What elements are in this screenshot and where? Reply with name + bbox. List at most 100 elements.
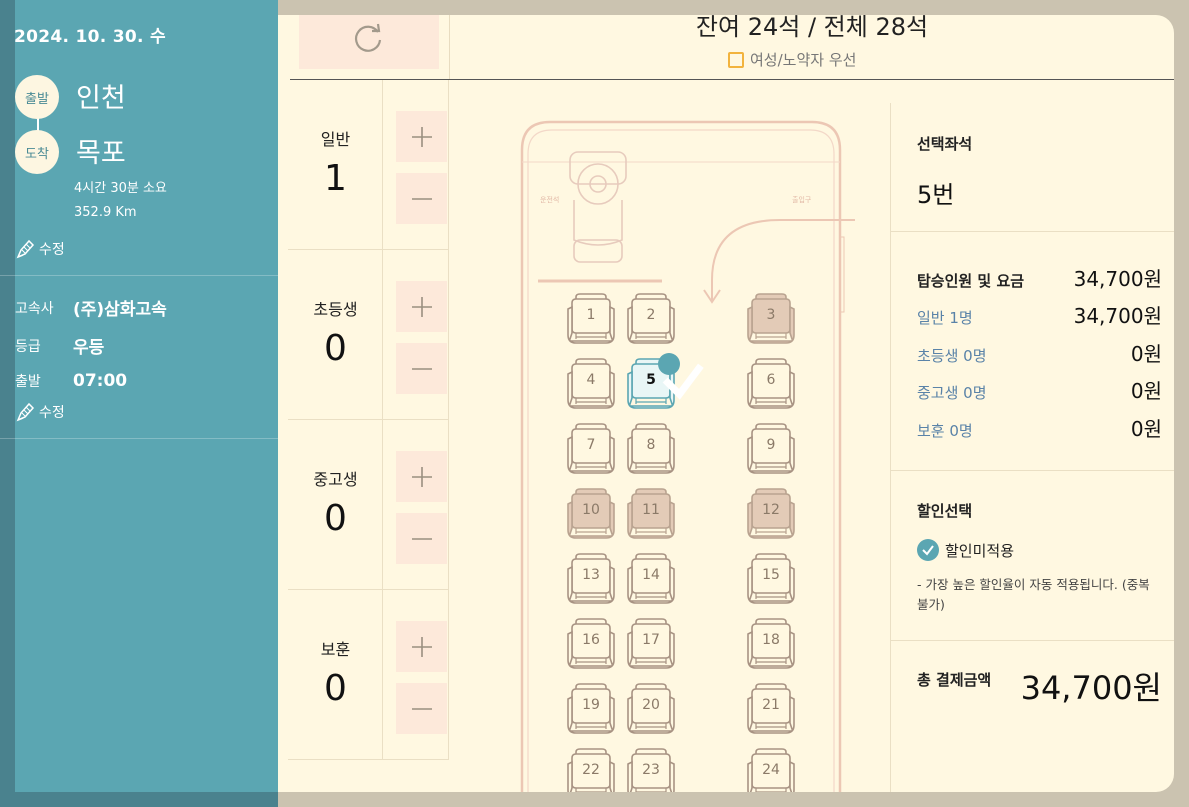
seat-number: 4 [586, 372, 596, 388]
seat-10: 10 [566, 488, 616, 542]
discount-option-label: 할인미적용 [945, 541, 1015, 560]
seat-16[interactable]: 16 [566, 618, 616, 672]
section-divider [891, 640, 1174, 641]
increment-button[interactable] [396, 621, 447, 672]
fare-row-label: 일반 1명 [917, 309, 973, 327]
discount-title: 할인선택 [917, 502, 973, 520]
refresh-button[interactable] [299, 15, 439, 69]
trip-info-panel: 2024. 10. 30. 수 출발 인천 도착 목포 4시간 30분 소요 3… [0, 0, 278, 807]
depart-badge: 출발 [15, 75, 59, 119]
edit-route-label: 수정 [39, 242, 65, 258]
passenger-type-label: 초등생 [313, 300, 358, 319]
plus-icon [411, 126, 432, 147]
pencil-icon [16, 239, 35, 259]
decrement-button[interactable] [396, 683, 447, 734]
seat-14[interactable]: 14 [626, 553, 676, 607]
seat-2[interactable]: 2 [626, 293, 676, 347]
passenger-type-cell: 중고생 0 [288, 420, 383, 590]
seat-12: 12 [746, 488, 796, 542]
decrement-button[interactable] [396, 513, 447, 564]
seat-number: 1 [586, 307, 596, 323]
fare-row-value: 0원 [1130, 379, 1162, 403]
passenger-type-cell: 일반 1 [288, 80, 383, 250]
seat-13[interactable]: 13 [566, 553, 616, 607]
seat-20[interactable]: 20 [626, 683, 676, 737]
seat-5[interactable]: 5 [626, 353, 704, 412]
priority-checkbox[interactable] [728, 51, 744, 68]
company-row: 고속사 (주)삼화고속 [15, 295, 167, 320]
seat-number: 22 [582, 762, 600, 778]
panel-divider [0, 275, 278, 276]
seat-22[interactable]: 22 [566, 748, 616, 792]
seat-21[interactable]: 21 [746, 683, 796, 737]
section-divider [891, 231, 1174, 232]
depart-time-row: 출발 07:00 [15, 371, 127, 391]
passenger-stepper [383, 590, 449, 760]
decrement-button[interactable] [396, 343, 447, 394]
seat-number: 2 [646, 307, 656, 323]
seat-number: 15 [762, 567, 780, 583]
increment-button[interactable] [396, 281, 447, 332]
total-amount: 34,700원 [1020, 669, 1162, 707]
edit-bus-button[interactable]: 수정 [15, 401, 65, 423]
seat-4[interactable]: 4 [566, 358, 616, 412]
increment-button[interactable] [396, 111, 447, 162]
selected-seat-value: 5번 [917, 181, 955, 209]
fare-row-label: 초등생 0명 [917, 346, 987, 365]
fare-row-value: 34,700원 [1073, 304, 1162, 328]
passenger-count: 0 [324, 328, 347, 369]
seat-15[interactable]: 15 [746, 553, 796, 607]
passenger-counters: 일반 1 초등생 0 중고생 0 보훈 0 [288, 80, 449, 792]
grade-row: 등급 우등 [15, 333, 104, 358]
edit-bus-label: 수정 [39, 405, 65, 421]
seat-7[interactable]: 7 [566, 423, 616, 477]
depart-city: 인천 [76, 83, 126, 114]
passenger-count: 0 [324, 498, 347, 539]
seat-1[interactable]: 1 [566, 293, 616, 347]
trip-distance: 352.9 Km [74, 205, 137, 220]
seat-23[interactable]: 23 [626, 748, 676, 792]
increment-button[interactable] [396, 451, 447, 502]
fare-total: 34,700원 [1073, 267, 1162, 291]
panel-divider [0, 438, 278, 439]
seat-9[interactable]: 9 [746, 423, 796, 477]
passenger-stepper [383, 250, 449, 420]
edit-route-button[interactable]: 수정 [15, 238, 65, 260]
seat-number: 17 [642, 632, 660, 648]
passenger-type-cell: 초등생 0 [288, 250, 383, 420]
seat-17[interactable]: 17 [626, 618, 676, 672]
seat-18[interactable]: 18 [746, 618, 796, 672]
seat-number: 19 [582, 697, 600, 713]
seat-6[interactable]: 6 [746, 358, 796, 412]
seat-number: 12 [762, 502, 780, 518]
passenger-stepper [383, 420, 449, 590]
seat-3: 3 [746, 293, 796, 347]
minus-icon [411, 197, 432, 200]
arrive-city: 목포 [76, 138, 126, 169]
fare-row-value: 0원 [1130, 341, 1162, 366]
depart-time-key: 출발 [15, 374, 41, 390]
seat-24[interactable]: 24 [746, 748, 796, 792]
passenger-count: 1 [324, 158, 347, 199]
refresh-cell [278, 15, 450, 80]
check-circle-icon [658, 353, 704, 400]
seat-8[interactable]: 8 [626, 423, 676, 477]
passenger-type-cell: 보훈 0 [288, 590, 383, 760]
seat-number: 9 [766, 437, 776, 453]
decrement-button[interactable] [396, 173, 447, 224]
trip-info-panel-inner [15, 0, 278, 792]
grade-value: 우등 [73, 338, 105, 358]
seat-19[interactable]: 19 [566, 683, 616, 737]
seat-number: 14 [642, 567, 660, 583]
booking-summary: 선택좌석 5번 탑승인원 및 요금 34,700원 일반 1명 34,700원 초등… [890, 103, 1174, 792]
priority-toggle[interactable]: 여성/노약자 우선 [728, 49, 856, 70]
fare-row-label: 중고생 0명 [917, 384, 987, 402]
seat-number: 16 [582, 632, 600, 648]
seat-number: 18 [762, 632, 780, 648]
priority-label: 여성/노약자 우선 [750, 51, 857, 69]
seat-number: 24 [762, 762, 780, 778]
discount-option[interactable]: 할인미적용 [917, 539, 1014, 561]
driver-seat [569, 151, 627, 263]
plus-icon [411, 466, 432, 487]
door-label: 출입구 [792, 196, 812, 204]
